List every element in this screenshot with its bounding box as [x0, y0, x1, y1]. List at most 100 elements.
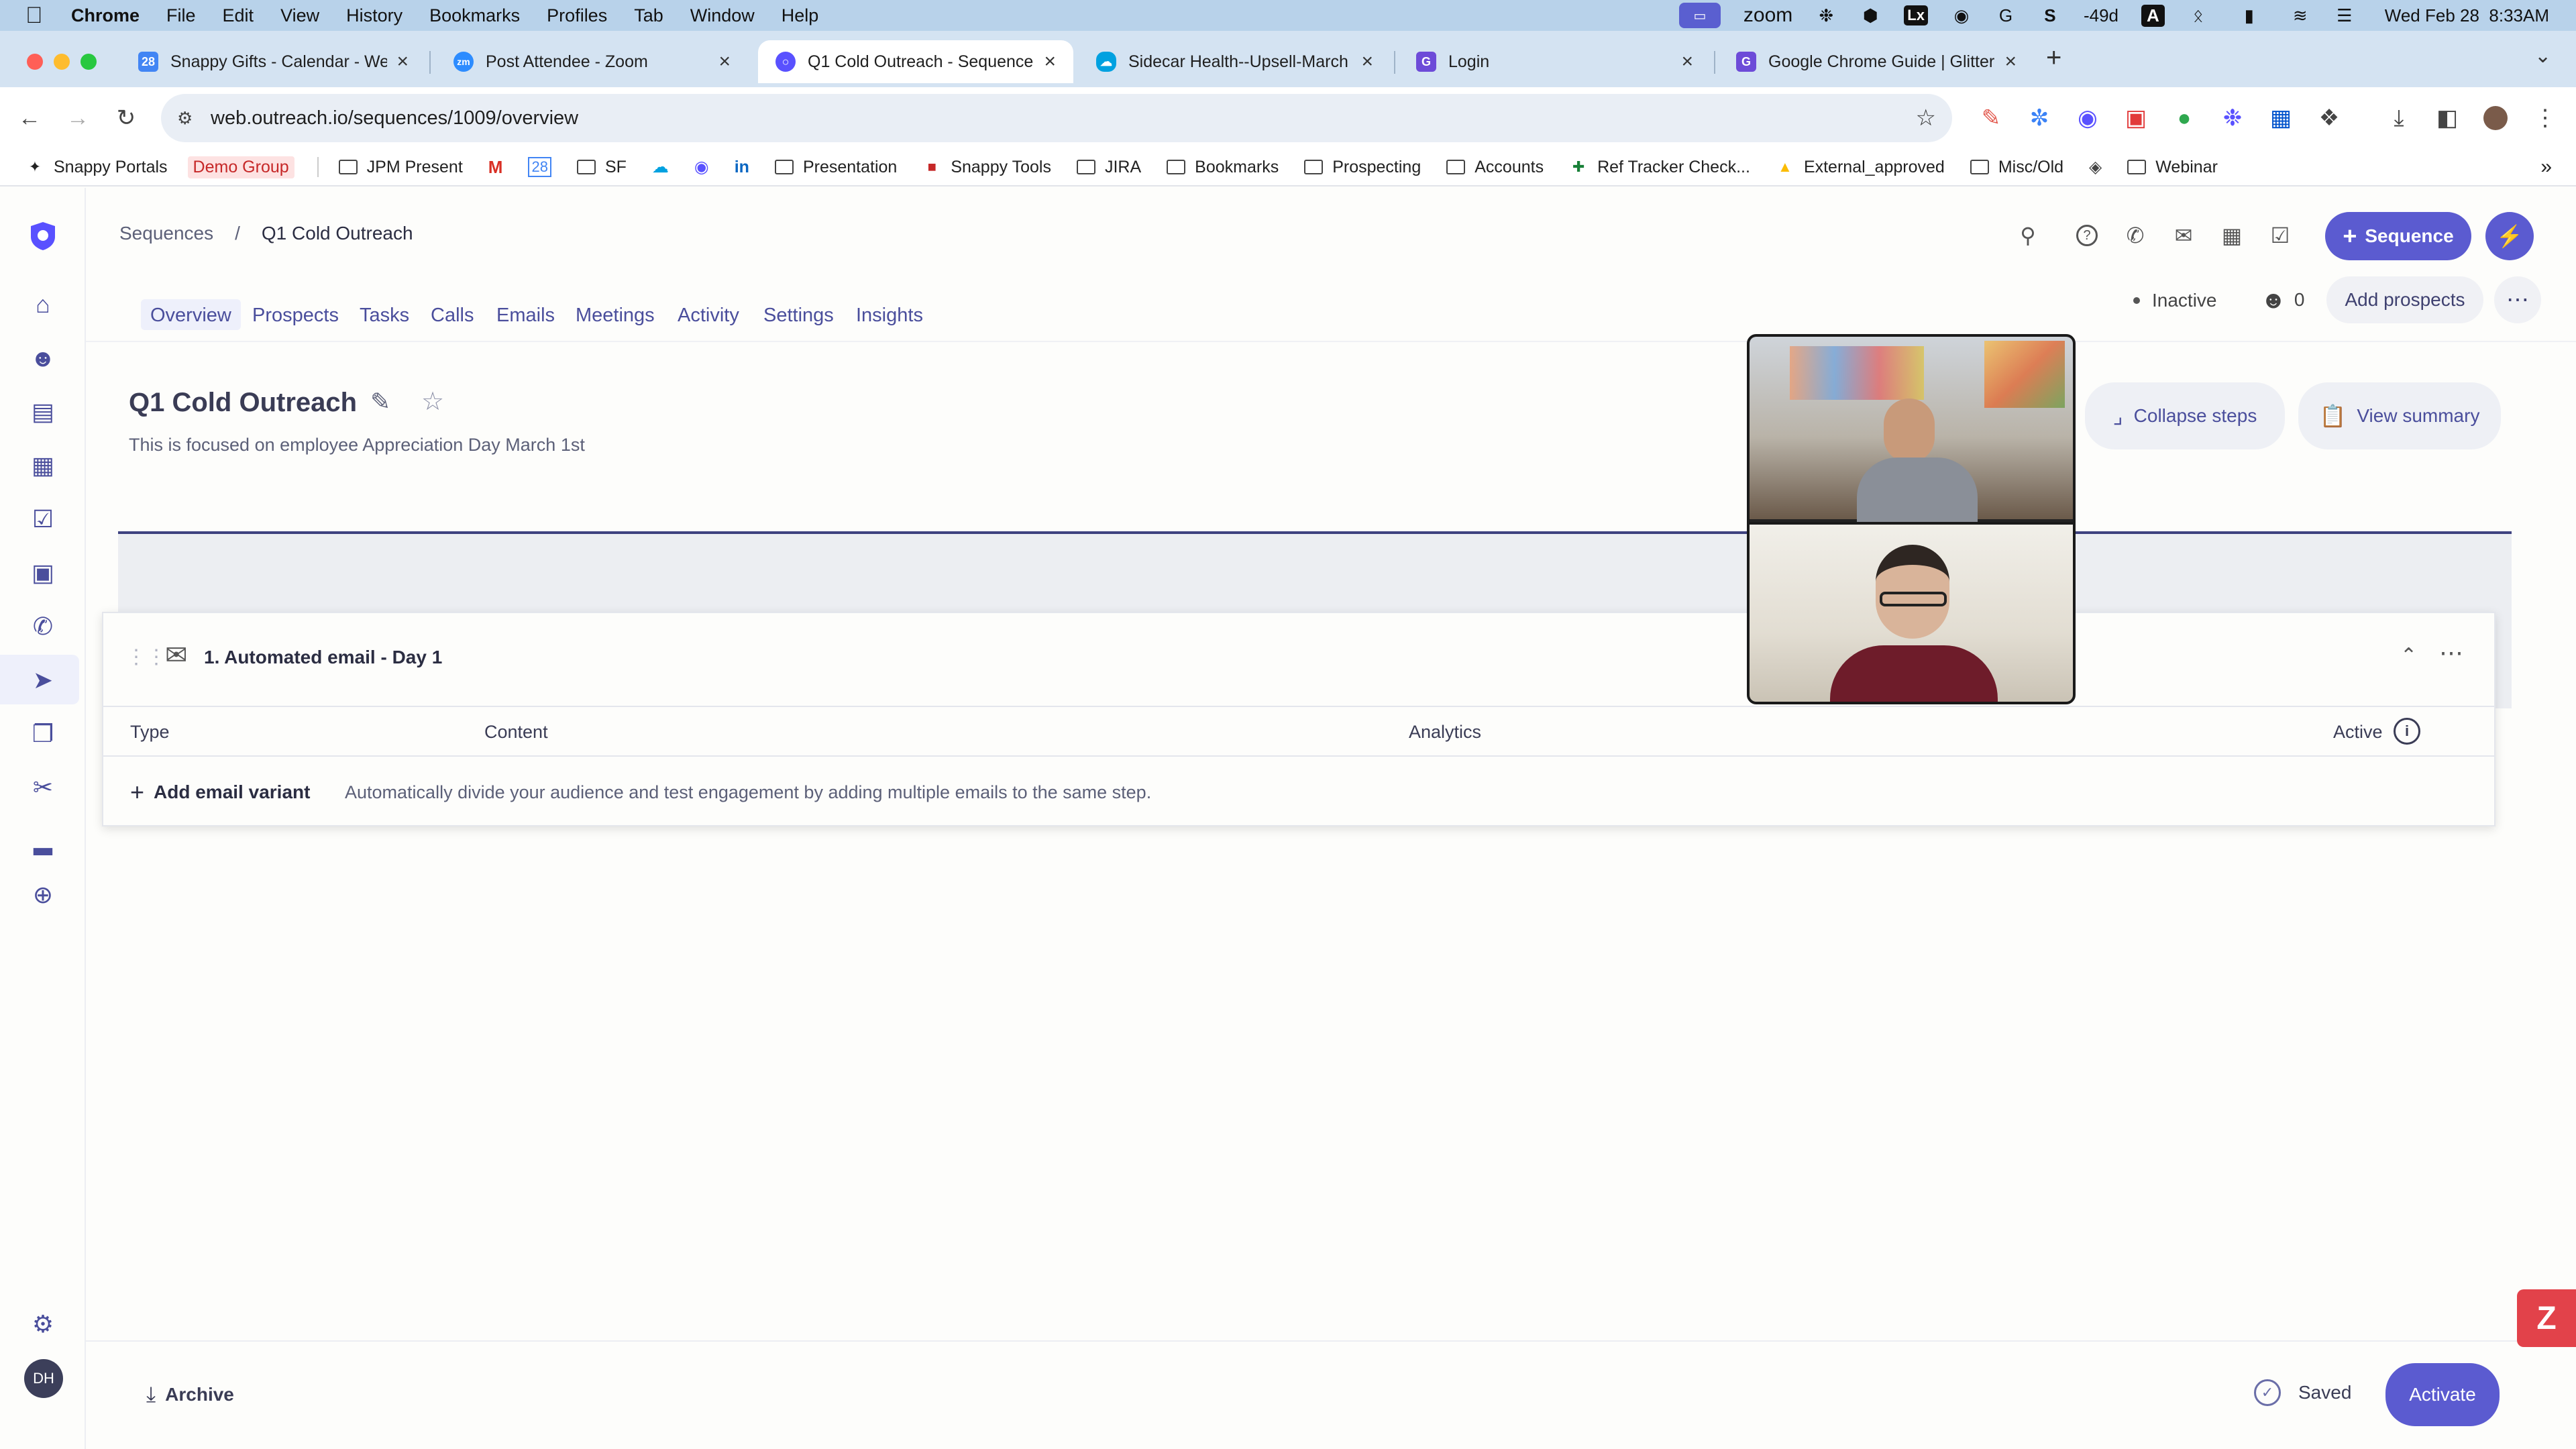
gmail-icon[interactable]: M: [488, 157, 503, 178]
tab-snappy-calendar[interactable]: 28 Snappy Gifts - Calendar - We ×: [121, 40, 426, 83]
add-prospects-button[interactable]: Add prospects: [2326, 276, 2483, 323]
outreach-logo-icon[interactable]: [25, 219, 60, 254]
tab-q1-cold-outreach[interactable]: ○ Q1 Cold Outreach - Sequence ×: [758, 40, 1073, 83]
add-email-variant-button[interactable]: + Add email variant: [130, 778, 310, 806]
checklist-icon[interactable]: ☑: [2263, 219, 2297, 252]
menu-tab[interactable]: Tab: [634, 5, 663, 26]
extensions-puzzle-icon[interactable]: ❖: [2313, 102, 2345, 134]
tab-insights[interactable]: Insights: [847, 299, 932, 330]
control-center-icon[interactable]: ☰: [2334, 5, 2355, 26]
step-more-icon[interactable]: ⋯: [2439, 639, 2463, 667]
extension-swirl-icon[interactable]: ✼: [2023, 102, 2055, 134]
menu-edit[interactable]: Edit: [223, 5, 254, 26]
edit-pencil-icon[interactable]: ✎: [370, 388, 390, 416]
minimize-window-button[interactable]: [54, 54, 70, 70]
menu-window[interactable]: Window: [690, 5, 755, 26]
bookmark-ref-tracker[interactable]: ✚ Ref Tracker Check...: [1569, 158, 1750, 177]
bookmark-snappy-portals[interactable]: ✦ Snappy Portals: [25, 158, 168, 177]
menu-history[interactable]: History: [346, 5, 402, 26]
analytics-icon[interactable]: ▂: [25, 824, 60, 859]
battery-icon[interactable]: ▮: [2232, 5, 2267, 26]
close-window-button[interactable]: [27, 54, 43, 70]
reload-icon[interactable]: ↻: [110, 102, 142, 134]
site-info-icon[interactable]: ⚙: [177, 108, 204, 129]
profile-avatar-icon[interactable]: [2479, 102, 2512, 134]
people-icon[interactable]: ☻: [25, 341, 60, 376]
a-tray-icon[interactable]: A: [2141, 4, 2165, 27]
bookmark-sf[interactable]: SF: [576, 158, 627, 177]
tab-emails[interactable]: Emails: [487, 299, 564, 330]
activate-button[interactable]: Activate: [2385, 1363, 2500, 1426]
tab-settings[interactable]: Settings: [754, 299, 843, 330]
more-options-button[interactable]: ⋯: [2494, 276, 2541, 323]
info-icon[interactable]: i: [2394, 718, 2420, 745]
zoom-tray-label[interactable]: zoom: [1743, 4, 1792, 27]
quick-action-button[interactable]: ⚡: [2485, 212, 2534, 260]
avatar[interactable]: DH: [24, 1359, 63, 1398]
bluetooth-icon[interactable]: ᛟ: [2188, 5, 2209, 26]
extension-outreach-icon[interactable]: ◉: [2072, 102, 2104, 134]
tasks-icon[interactable]: ☑: [25, 502, 60, 537]
home-icon[interactable]: ⌂: [25, 287, 60, 322]
lx-tray-icon[interactable]: Lx: [1904, 5, 1928, 25]
outreach-bookmark-icon[interactable]: ◉: [694, 157, 709, 177]
globe-icon[interactable]: ◈: [2089, 157, 2102, 177]
back-icon[interactable]: ←: [13, 102, 46, 134]
tab-login[interactable]: G Login ×: [1399, 40, 1711, 83]
floating-widget-button[interactable]: Z: [2517, 1289, 2576, 1347]
gear-tray-icon[interactable]: ❉: [1815, 5, 1837, 26]
wifi-icon[interactable]: ≋: [2290, 5, 2311, 26]
bookmark-webinar[interactable]: Webinar: [2127, 158, 2218, 177]
side-panel-icon[interactable]: ◧: [2431, 102, 2463, 134]
phone-icon[interactable]: ✆: [2118, 219, 2152, 252]
close-tab-icon[interactable]: ×: [1681, 50, 1693, 73]
prospect-count[interactable]: ☻ 0: [2261, 286, 2304, 314]
new-sequence-button[interactable]: + Sequence: [2325, 212, 2471, 260]
bookmark-misc-old[interactable]: Misc/Old: [1970, 158, 2063, 177]
archive-button[interactable]: ⤓ Archive: [146, 1382, 234, 1407]
bookmark-demo-group[interactable]: Demo Group: [187, 156, 294, 178]
chrome-menu-icon[interactable]: ⋮: [2529, 102, 2561, 134]
menu-profiles[interactable]: Profiles: [547, 5, 607, 26]
mail-icon[interactable]: ✉: [2167, 219, 2200, 252]
phone-nav-icon[interactable]: ✆: [25, 609, 60, 644]
more-bookmarks-icon[interactable]: »: [2540, 156, 2552, 178]
bookmark-external-approved[interactable]: ▲ External_approved: [1776, 158, 1945, 177]
briefcase-icon[interactable]: ▤: [25, 394, 60, 429]
forward-icon[interactable]: →: [62, 102, 94, 134]
video-call-overlay[interactable]: [1747, 334, 2076, 704]
calendar-bookmark-icon[interactable]: 28: [528, 157, 551, 177]
snippets-icon[interactable]: ✂: [25, 770, 60, 805]
templates-icon[interactable]: ❐: [25, 716, 60, 751]
bookmark-presentation[interactable]: Presentation: [774, 158, 897, 177]
collapse-steps-button[interactable]: ⌟ Collapse steps: [2085, 382, 2285, 449]
tab-activity[interactable]: Activity: [668, 299, 749, 330]
screen-share-icon[interactable]: ▭: [1678, 3, 1721, 28]
apple-icon[interactable]: : [25, 3, 46, 29]
new-tab-icon[interactable]: +: [2046, 43, 2061, 73]
chevron-up-icon[interactable]: ⌃: [2400, 644, 2417, 667]
audio-tray-icon[interactable]: ◉: [1951, 5, 1972, 26]
breadcrumb-sequences[interactable]: Sequences: [119, 223, 213, 244]
close-tab-icon[interactable]: ×: [1361, 50, 1373, 73]
menu-help[interactable]: Help: [782, 5, 819, 26]
tab-overview[interactable]: Overview: [141, 299, 241, 330]
bookmark-star-icon[interactable]: ☆: [1916, 105, 1936, 131]
favorite-star-icon[interactable]: ☆: [421, 386, 444, 417]
extension-green-icon[interactable]: ●: [2168, 102, 2200, 134]
address-bar[interactable]: ⚙ web.outreach.io/sequences/1009/overvie…: [161, 94, 1952, 142]
extension-pen-icon[interactable]: ✎: [1975, 102, 2007, 134]
bookmark-jpm-present[interactable]: JPM Present: [338, 158, 463, 177]
add-circle-icon[interactable]: ⊕: [25, 877, 60, 912]
close-tab-icon[interactable]: ×: [2004, 50, 2017, 73]
menu-file[interactable]: File: [166, 5, 196, 26]
bookmark-snappy-tools[interactable]: ■ Snappy Tools: [922, 158, 1051, 177]
extension-red-icon[interactable]: ▣: [2120, 102, 2152, 134]
tab-sidecar-health[interactable]: ☁ Sidecar Health--Upsell-March ×: [1079, 40, 1391, 83]
grammarly-tray-icon[interactable]: G: [1995, 5, 2017, 26]
maximize-window-button[interactable]: [80, 54, 97, 70]
close-tab-icon[interactable]: ×: [718, 50, 731, 73]
menu-app-chrome[interactable]: Chrome: [71, 5, 140, 26]
tab-calls[interactable]: Calls: [421, 299, 483, 330]
tab-prospects[interactable]: Prospects: [243, 299, 348, 330]
